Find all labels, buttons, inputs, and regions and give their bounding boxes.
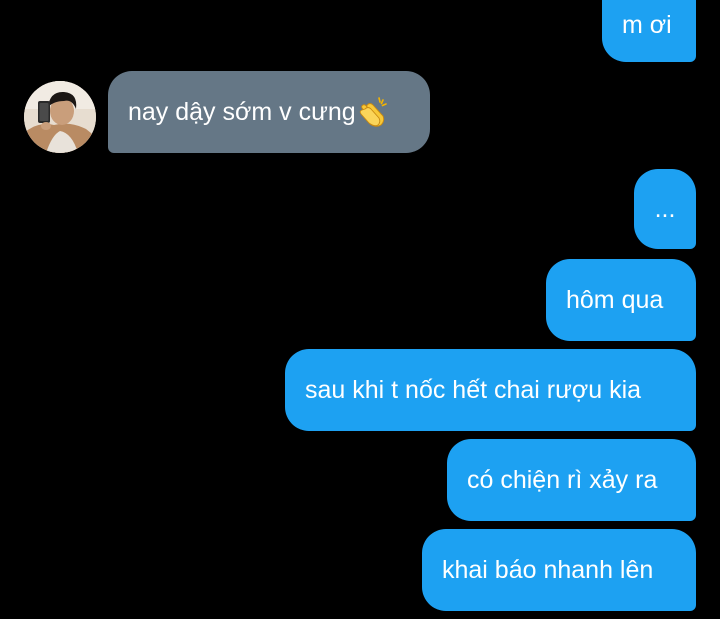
message-text: khai báo nhanh lên (442, 556, 654, 584)
message-bubble-outgoing[interactable]: sau khi t nốc hết chai rượu kia (285, 349, 696, 431)
message-text: hôm qua (566, 286, 664, 314)
message-bubble-outgoing[interactable]: khai báo nhanh lên (422, 529, 696, 611)
message-text: m ơi (622, 11, 672, 39)
avatar[interactable] (24, 81, 96, 153)
message-text: có chiện rì xảy ra (467, 466, 658, 494)
message-text: sau khi t nốc hết chai rượu kia (305, 376, 642, 404)
clapping-hands-icon (359, 97, 387, 127)
message-bubble-incoming[interactable]: nay dậy sớm v cưng (108, 71, 430, 153)
message-bubble-outgoing[interactable]: có chiện rì xảy ra (447, 439, 696, 521)
message-text: nay dậy sớm v cưng (128, 98, 356, 126)
message-text: ... (654, 195, 676, 223)
message-bubble-outgoing[interactable]: ... (634, 169, 696, 249)
message-bubble-outgoing[interactable]: hôm qua (546, 259, 696, 341)
avatar-photo (24, 81, 96, 153)
message-bubble-outgoing[interactable]: m ơi (602, 0, 696, 62)
